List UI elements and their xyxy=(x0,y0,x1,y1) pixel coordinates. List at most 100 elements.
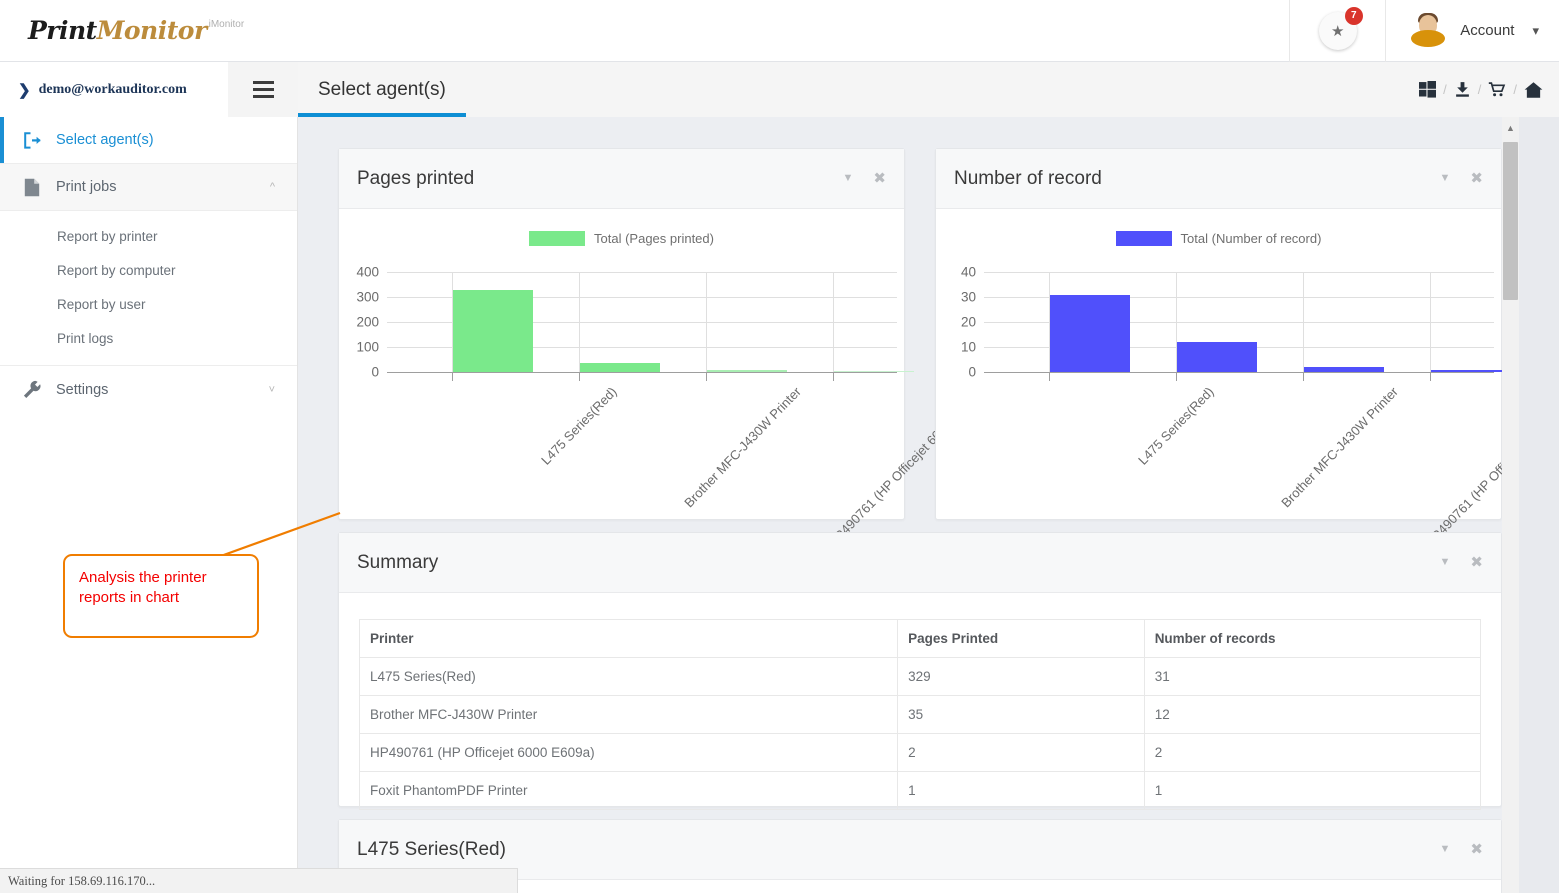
scrollbar-thumb[interactable] xyxy=(1503,142,1518,300)
scroll-up-arrow-icon[interactable]: ▲ xyxy=(1502,119,1519,136)
axis-tick xyxy=(579,372,580,381)
panel-header: Pages printed ▼ ✖ xyxy=(339,149,904,209)
caret-down-icon[interactable]: ▼ xyxy=(1440,844,1451,855)
sidebar-item-report-by-user[interactable]: Report by user xyxy=(0,287,297,321)
axis-tick xyxy=(1430,372,1431,381)
column-header-number-of-records: Number of records xyxy=(1144,620,1480,658)
sidebar-item-report-by-computer[interactable]: Report by computer xyxy=(0,253,297,287)
account-menu[interactable]: Account ▾ xyxy=(1385,0,1559,62)
category-divider xyxy=(579,272,580,372)
panel-actions: ▼ ✖ xyxy=(843,171,886,186)
account-breadcrumb[interactable]: ❯ demo@workauditor.com xyxy=(0,62,228,117)
toolbar-icons: / / / xyxy=(1419,81,1559,99)
notifications-cell: ★ 7 xyxy=(1289,0,1385,62)
expand-arrow-icon: ❯ xyxy=(18,81,31,99)
caret-down-icon[interactable]: ▼ xyxy=(1440,557,1451,568)
sidebar-subitem-label: Report by printer xyxy=(57,229,158,244)
vertical-scrollbar[interactable]: ▲ xyxy=(1502,117,1519,893)
panel-header: Summary ▼ ✖ xyxy=(339,533,1501,593)
bar-hp[interactable] xyxy=(1304,367,1384,372)
bar-brother[interactable] xyxy=(580,363,660,372)
toolbar-separator: / xyxy=(1443,82,1447,97)
cell-printer: L475 Series(Red) xyxy=(360,658,898,696)
panel-actions: ▼ ✖ xyxy=(1440,171,1483,186)
table-row[interactable]: Brother MFC-J430W Printer 35 12 xyxy=(360,696,1481,734)
gridline xyxy=(984,272,1494,273)
close-icon[interactable]: ✖ xyxy=(1470,555,1483,570)
x-tick-label: L475 Series(Red) xyxy=(1135,384,1217,468)
star-button[interactable]: ★ 7 xyxy=(1319,12,1357,50)
chevron-down-icon: ˅ xyxy=(269,384,275,396)
x-tick-label: L475 Series(Red) xyxy=(538,384,620,468)
table-row[interactable]: L475 Series(Red) 329 31 xyxy=(360,658,1481,696)
chevron-down-icon: ▾ xyxy=(1532,23,1539,39)
tab-label: Select agent(s) xyxy=(318,79,446,101)
windows-icon[interactable] xyxy=(1419,81,1436,98)
caret-down-icon[interactable]: ▼ xyxy=(843,173,854,184)
bar-l475[interactable] xyxy=(453,290,533,372)
sidebar-item-settings[interactable]: Settings ˅ xyxy=(0,366,297,413)
cell-number-of-records: 1 xyxy=(1144,772,1480,810)
main-content: Pages printed ▼ ✖ Total (Pages printed) xyxy=(298,117,1559,893)
y-tick-label: 300 xyxy=(356,290,379,305)
chart-legend: Total (Number of record) xyxy=(936,231,1501,246)
axis-tick xyxy=(1176,372,1177,381)
download-icon[interactable] xyxy=(1454,81,1471,98)
close-icon[interactable]: ✖ xyxy=(873,171,886,186)
table-row[interactable]: Foxit PhantomPDF Printer 1 1 xyxy=(360,772,1481,810)
logo-text-monitor: Monitor xyxy=(97,16,207,45)
close-icon[interactable]: ✖ xyxy=(1470,171,1483,186)
callout-annotation: Analysis the printer reports in chart xyxy=(63,554,259,638)
logo-text-print: Print xyxy=(28,16,97,45)
y-tick-label: 0 xyxy=(371,365,379,380)
bar-hp[interactable] xyxy=(707,370,787,372)
close-icon[interactable]: ✖ xyxy=(1470,842,1483,857)
table-row[interactable]: HP490761 (HP Officejet 6000 E609a) 2 2 xyxy=(360,734,1481,772)
sidebar-item-select-agents[interactable]: Select agent(s) xyxy=(0,117,297,164)
bar-foxit[interactable] xyxy=(1431,370,1511,373)
summary-table-wrapper: Printer Pages Printed Number of records … xyxy=(339,593,1501,832)
category-divider xyxy=(1303,272,1304,372)
dashboard-content: Pages printed ▼ ✖ Total (Pages printed) xyxy=(298,117,1502,893)
cell-pages-printed: 329 xyxy=(898,658,1145,696)
x-tick-label: Brother MFC-J430W Printer xyxy=(681,384,804,510)
logo-superscript: iMonitor xyxy=(209,19,245,30)
panel-title: Summary xyxy=(357,552,438,574)
y-tick-label: 30 xyxy=(961,290,976,305)
document-icon xyxy=(22,178,42,197)
home-icon[interactable] xyxy=(1524,81,1543,99)
cell-number-of-records: 31 xyxy=(1144,658,1480,696)
caret-down-icon[interactable]: ▼ xyxy=(1440,173,1451,184)
chart-legend: Total (Pages printed) xyxy=(339,231,904,246)
status-text: Waiting for 158.69.116.170... xyxy=(8,874,155,889)
avatar xyxy=(1408,11,1448,51)
tab-select-agents[interactable]: Select agent(s) xyxy=(298,62,466,117)
chart-number-of-record: Total (Number of record) 40 30 20 10 0 xyxy=(936,209,1501,519)
y-tick-label: 400 xyxy=(356,265,379,280)
sidebar-item-print-jobs[interactable]: Print jobs ^ xyxy=(0,164,297,211)
table-body: L475 Series(Red) 329 31 Brother MFC-J430… xyxy=(360,658,1481,810)
star-icon: ★ xyxy=(1331,22,1344,40)
x-axis-line xyxy=(387,372,897,373)
chart-pages-printed: Total (Pages printed) 400 300 200 100 xyxy=(339,209,904,519)
cell-pages-printed: 2 xyxy=(898,734,1145,772)
axis-tick xyxy=(1303,372,1304,381)
y-tick-label: 200 xyxy=(356,315,379,330)
sidebar-subitem-label: Report by user xyxy=(57,297,146,312)
bar-foxit[interactable] xyxy=(834,371,914,372)
top-brand-bar: Print Monitor iMonitor ★ 7 Account ▾ xyxy=(0,0,1559,62)
callout-line-2: reports in chart xyxy=(79,588,243,608)
y-tick-label: 100 xyxy=(356,340,379,355)
account-email: demo@workauditor.com xyxy=(39,82,187,98)
sidebar-toggle-button[interactable] xyxy=(228,62,298,117)
y-tick-label: 20 xyxy=(961,315,976,330)
bar-brother[interactable] xyxy=(1177,342,1257,372)
toolbar-separator: / xyxy=(1513,82,1517,97)
sidebar-item-print-logs[interactable]: Print logs xyxy=(0,321,297,355)
cart-icon[interactable] xyxy=(1488,81,1506,98)
sidebar-item-report-by-printer[interactable]: Report by printer xyxy=(0,219,297,253)
app-logo[interactable]: Print Monitor iMonitor xyxy=(28,16,244,45)
account-label: Account xyxy=(1460,22,1514,39)
bar-l475[interactable] xyxy=(1050,295,1130,373)
category-divider xyxy=(833,272,834,372)
